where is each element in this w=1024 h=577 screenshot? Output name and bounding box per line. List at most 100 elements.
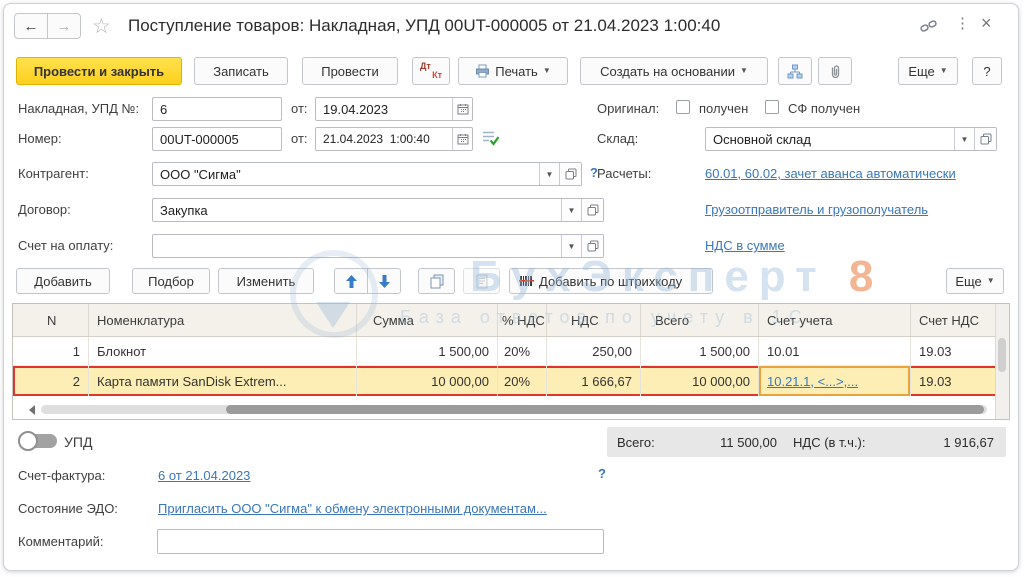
settlements-link[interactable]: 60.01, 60.02, зачет аванса автоматически: [705, 166, 956, 181]
shipper-consignee-link[interactable]: Грузоотправитель и грузополучатель: [705, 202, 928, 217]
invoice-facture-link[interactable]: 6 от 21.04.2023: [158, 468, 250, 483]
upd-toggle-label: УПД: [64, 434, 92, 450]
col-header-vat-rate[interactable]: % НДС: [498, 304, 547, 336]
close-icon[interactable]: ×: [981, 13, 992, 34]
from-label-2: от:: [291, 131, 308, 146]
favorite-star-icon[interactable]: ☆: [92, 14, 111, 39]
chevron-down-icon: ▼: [940, 67, 948, 75]
help-button[interactable]: ?: [972, 57, 1002, 85]
chevron-down-icon[interactable]: ▼: [561, 199, 581, 221]
chevron-down-icon: ▼: [987, 277, 995, 285]
col-header-sum[interactable]: Сумма: [357, 304, 498, 336]
horizontal-scrollbar-thumb[interactable]: [226, 405, 984, 414]
sf-received-label: СФ получен: [788, 101, 860, 116]
attachments-button[interactable]: [818, 57, 852, 85]
vertical-scrollbar-thumb[interactable]: [998, 338, 1006, 372]
paste-rows-button[interactable]: [463, 268, 500, 294]
post-and-close-button[interactable]: Провести и закрыть: [16, 57, 182, 85]
table-row-highlighted[interactable]: 2 Карта памяти SanDisk Extrem... 10 000,…: [13, 366, 997, 396]
fill-check-icon[interactable]: [482, 129, 499, 146]
table-row[interactable]: 1 Блокнот 1 500,00 20% 250,00 1 500,00 1…: [13, 337, 997, 366]
invoice-facture-label: Счет-фактура:: [18, 468, 105, 483]
back-arrow-icon: ←: [24, 18, 39, 35]
open-item-icon[interactable]: [559, 163, 581, 185]
comment-input[interactable]: [157, 529, 604, 554]
comment-label: Комментарий:: [18, 534, 104, 549]
arrow-up-icon: [346, 275, 357, 288]
invoice-date-input[interactable]: 19.04.2023: [315, 97, 473, 121]
paperclip-icon: [828, 64, 842, 79]
open-item-icon[interactable]: [974, 128, 996, 150]
col-header-vat[interactable]: НДС: [547, 304, 641, 336]
open-item-icon[interactable]: [581, 199, 603, 221]
pick-button[interactable]: Подбор: [132, 268, 210, 294]
more-button[interactable]: Еще▼: [898, 57, 958, 85]
copy-rows-button[interactable]: [418, 268, 455, 294]
printer-icon: [475, 64, 490, 78]
account-cell-selected[interactable]: 10.21.1, <...>,...: [759, 366, 911, 396]
counterparty-label: Контрагент:: [18, 166, 89, 181]
forward-arrow-icon: →: [57, 18, 72, 35]
vat-total-value: 1 916,67: [884, 435, 994, 450]
post-button[interactable]: Провести: [302, 57, 398, 85]
table-vertical-scrollbar[interactable]: [995, 304, 1009, 419]
edo-invite-link[interactable]: Пригласить ООО "Сигма" к обмену электрон…: [158, 501, 547, 516]
totals-bar: Всего: 11 500,00 НДС (в т.ч.): 1 916,67: [607, 427, 1006, 457]
structure-icon: [787, 64, 803, 79]
original-received-checkbox[interactable]: [676, 100, 690, 114]
add-by-barcode-button[interactable]: Добавить по штрихкоду: [509, 268, 713, 294]
show-postings-button[interactable]: ДтКт: [412, 57, 450, 85]
document-icon: [476, 274, 488, 289]
account-link[interactable]: 10.21.1, <...>,...: [767, 374, 858, 389]
col-header-n[interactable]: N: [13, 304, 89, 336]
number-input[interactable]: 00UT-000005: [152, 127, 282, 151]
contract-label: Договор:: [18, 202, 71, 217]
contract-combo[interactable]: Закупка ▼: [152, 198, 604, 222]
move-up-button[interactable]: [334, 268, 368, 294]
window-menu-icon[interactable]: ⋮: [955, 14, 970, 32]
col-header-total[interactable]: Всего: [641, 304, 759, 336]
sf-received-checkbox[interactable]: [765, 100, 779, 114]
counterparty-combo[interactable]: ООО "Сигма" ▼: [152, 162, 582, 186]
chevron-down-icon[interactable]: ▼: [954, 128, 974, 150]
chevron-down-icon[interactable]: ▼: [539, 163, 559, 185]
document-structure-button[interactable]: [778, 57, 812, 85]
invoice-no-input[interactable]: 6: [152, 97, 282, 121]
warehouse-combo[interactable]: Основной склад ▼: [705, 127, 997, 151]
chevron-down-icon[interactable]: ▼: [561, 235, 581, 257]
col-header-nomenclature[interactable]: Номенклатура: [89, 304, 357, 336]
nav-back-button[interactable]: ←: [14, 13, 48, 39]
col-header-account[interactable]: Счет учета: [759, 304, 911, 336]
vat-total-label: НДС (в т.ч.):: [793, 435, 866, 450]
open-item-icon[interactable]: [581, 235, 603, 257]
edit-button[interactable]: Изменить: [218, 268, 314, 294]
number-label: Номер:: [18, 131, 62, 146]
original-label: Оригинал:: [597, 101, 659, 116]
add-row-button[interactable]: Добавить: [16, 268, 110, 294]
payment-invoice-combo[interactable]: ▼: [152, 234, 604, 258]
chevron-down-icon: ▼: [543, 67, 551, 75]
vat-in-sum-link[interactable]: НДС в сумме: [705, 238, 785, 253]
upd-toggle[interactable]: [18, 431, 58, 451]
save-button[interactable]: Записать: [194, 57, 288, 85]
total-value: 11 500,00: [677, 435, 777, 450]
calendar-icon[interactable]: [452, 98, 472, 120]
nav-forward-button[interactable]: →: [47, 13, 81, 39]
invoice-facture-help[interactable]: ?: [598, 466, 606, 481]
chevron-down-icon: ▼: [740, 67, 748, 75]
move-down-button[interactable]: [367, 268, 401, 294]
edo-status-label: Состояние ЭДО:: [18, 501, 118, 516]
print-button[interactable]: Печать▼: [458, 57, 568, 85]
create-based-on-button[interactable]: Создать на основании▼: [580, 57, 768, 85]
arrow-down-icon: [379, 275, 390, 288]
calendar-icon[interactable]: [452, 128, 472, 150]
window-title: Поступление товаров: Накладная, УПД 00UT…: [128, 16, 720, 36]
table-more-button[interactable]: Еще▼: [946, 268, 1004, 294]
invoice-no-label: Накладная, УПД №:: [18, 101, 139, 116]
number-datetime-input[interactable]: 21.04.2023 1:00:40: [315, 127, 473, 151]
items-table: N Номенклатура Сумма % НДС НДС Всего Сче…: [12, 303, 1010, 420]
get-link-icon[interactable]: [920, 19, 937, 34]
col-header-vat-account[interactable]: Счет НДС: [911, 304, 997, 336]
dt-kt-icon: ДтКт: [420, 62, 442, 80]
scroll-left-icon[interactable]: [29, 405, 35, 415]
